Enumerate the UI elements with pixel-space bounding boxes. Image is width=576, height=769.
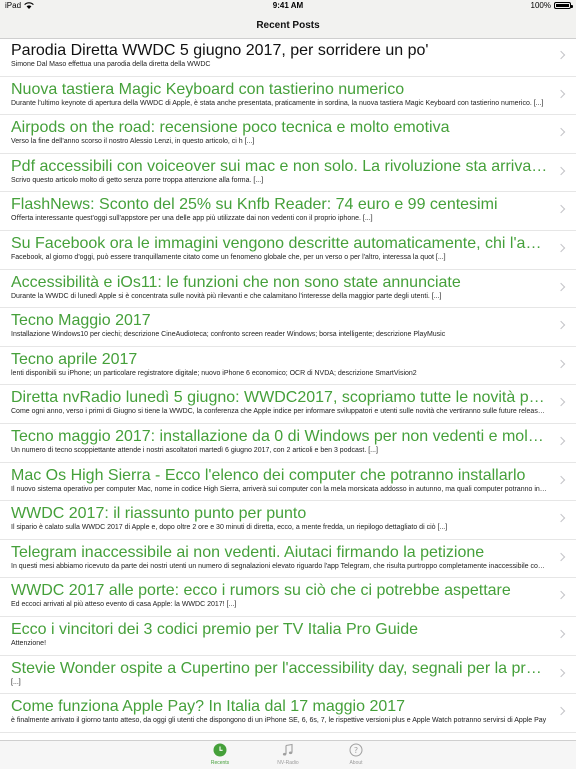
chevron-right-icon	[556, 629, 566, 639]
chevron-right-icon	[556, 243, 566, 253]
list-item[interactable]: WWDC 2017 alle porte: ecco i rumors su c…	[0, 578, 576, 617]
post-description: In questi mesi abbiamo ricevuto da parte…	[11, 562, 548, 570]
svg-text:?: ?	[354, 746, 358, 755]
list-item[interactable]: Telegram inaccessibile ai non vedenti. A…	[0, 540, 576, 579]
clock-icon	[213, 743, 227, 757]
list-item[interactable]: WWDC 2017: il riassunto punto per punto I…	[0, 501, 576, 540]
post-title: Diretta nvRadio lunedì 5 giugno: WWDC201…	[11, 389, 548, 407]
post-description: Attenzione!	[11, 639, 47, 647]
chevron-right-icon	[556, 475, 566, 484]
post-description: Durante la WWDC di lunedì Apple si è con…	[11, 292, 442, 300]
chevron-right-icon	[556, 282, 566, 291]
post-title: FlashNews: Sconto del 25% su Knfb Reader…	[11, 196, 498, 214]
chevron-right-icon	[556, 398, 566, 407]
list-item[interactable]: Diretta nvRadio lunedì 5 giugno: WWDC201…	[0, 385, 576, 424]
music-note-icon	[281, 743, 295, 757]
battery-percent: 100%	[530, 1, 551, 10]
chevron-right-icon	[556, 50, 566, 60]
post-description: Simone Dal Maso effettua una parodia del…	[11, 61, 211, 68]
post-description: Verso la fine dell'anno scorso il nostro…	[11, 138, 255, 146]
post-title: Pdf accessibili con voiceover sui mac e …	[11, 157, 548, 175]
post-description: lenti disponibili su iPhone; un particol…	[11, 369, 417, 377]
status-right: 100%	[530, 1, 573, 10]
post-title: Come funziona Apple Pay? In Italia dal 1…	[11, 698, 406, 716]
post-title: Su Facebook ora le immagini vengono desc…	[11, 234, 548, 252]
post-title: WWDC 2017 alle porte: ecco i rumors su c…	[11, 582, 511, 600]
post-title: Parodia Diretta WWDC 5 giugno 2017, per …	[11, 42, 429, 59]
list-item[interactable]: Airpods on the road: recensione poco tec…	[0, 115, 576, 154]
page-title: Recent Posts	[256, 19, 320, 31]
tab-recents[interactable]: Recents	[200, 741, 240, 769]
list-item[interactable]: Accessibilità e iOs11: le funzioni che n…	[0, 270, 576, 309]
chevron-right-icon	[556, 205, 566, 214]
chevron-right-icon	[556, 668, 566, 677]
list-item[interactable]: Tecno aprile 2017 lenti disponibili su iP…	[0, 347, 576, 386]
list-item[interactable]: Stevie Wonder ospite a Cupertino per l'a…	[0, 656, 576, 695]
post-description: è finalmente arrivato il giorno tanto at…	[11, 717, 547, 725]
post-list[interactable]: Parodia Diretta WWDC 5 giugno 2017, per …	[0, 38, 576, 740]
status-bar: iPad 9:41 AM 100%	[0, 0, 576, 12]
tab-about[interactable]: ? About	[336, 741, 376, 769]
list-item[interactable]: Pdf accessibili con voiceover sui mac e …	[0, 154, 576, 193]
chevron-right-icon	[556, 320, 566, 330]
post-title: Ecco i vincitori dei 3 codici premio per…	[11, 620, 418, 638]
post-title: Tecno aprile 2017	[11, 350, 138, 368]
chevron-right-icon	[556, 706, 566, 716]
tab-bar: Recents NV-Radio? About	[0, 740, 576, 769]
list-item[interactable]: FlashNews: Sconto del 25% su Knfb Reader…	[0, 192, 576, 231]
post-title: WWDC 2017: il riassunto punto per punto	[11, 505, 307, 523]
battery-level	[556, 4, 569, 7]
post-description: Un numero di tecno scoppiettante attende…	[11, 446, 378, 454]
tab-label: About	[349, 760, 363, 766]
chevron-right-icon	[556, 127, 566, 137]
chevron-right-icon	[556, 552, 566, 561]
chevron-right-icon	[556, 166, 566, 176]
chevron-right-icon	[556, 513, 566, 523]
post-description: Il nuovo sistema operativo per computer …	[11, 485, 548, 493]
tab-label: NV-Radio	[277, 760, 299, 766]
post-title: Tecno Maggio 2017	[11, 312, 151, 330]
nav-bar: Recent Posts	[0, 12, 576, 39]
list-item[interactable]: Come funziona Apple Pay? In Italia dal 1…	[0, 694, 576, 733]
list-item[interactable]: Su Facebook ora le immagini vengono desc…	[0, 231, 576, 270]
post-description: Installazione Windows10 per ciechi; desc…	[11, 331, 446, 339]
question-icon: ?	[349, 743, 363, 757]
tab-nv-radio[interactable]: NV-Radio	[268, 741, 308, 769]
post-title: Telegram inaccessibile ai non vedenti. A…	[11, 543, 485, 561]
chevron-right-icon	[556, 591, 566, 600]
list-item[interactable]: Parodia Diretta WWDC 5 giugno 2017, per …	[0, 38, 576, 77]
post-description: Come ogni anno, verso i primi di Giugno …	[11, 408, 548, 416]
chevron-right-icon	[556, 359, 566, 368]
chevron-right-icon	[556, 89, 566, 98]
chevron-right-icon	[556, 436, 566, 446]
list-item[interactable]: Nuova tastiera Magic Keyboard con tastie…	[0, 77, 576, 116]
post-description: Durante l'ultimo keynote di apertura del…	[11, 99, 544, 107]
status-time: 9:41 AM	[272, 1, 304, 10]
post-description: Oﬀerta interessante quest'oggi sull'apps…	[11, 215, 373, 223]
post-description: Il sipario è calato sulla WWDC 2017 di A…	[11, 524, 448, 532]
post-title: Stevie Wonder ospite a Cupertino per l'a…	[11, 659, 548, 677]
post-title: Accessibilità e iOs11: le funzioni che n…	[11, 273, 461, 291]
list-item[interactable]: Ecco i vincitori dei 3 codici premio per…	[0, 617, 576, 656]
post-title: Nuova tastiera Magic Keyboard con tastie…	[11, 80, 405, 98]
post-description: Scrivo questo articolo molto di getto se…	[11, 176, 264, 184]
post-title: Airpods on the road: recensione poco tec…	[11, 119, 450, 137]
tab-label: Recents	[210, 760, 230, 766]
post-description: [...]	[11, 678, 21, 686]
list-item[interactable]: Mac Os High Sierra - Ecco l'elenco dei c…	[0, 463, 576, 502]
post-title: Mac Os High Sierra - Ecco l'elenco dei c…	[11, 466, 526, 484]
post-title: Tecno maggio 2017: installazione da 0 di…	[11, 427, 548, 445]
list-item[interactable]: Tecno Maggio 2017 Installazione Windows10…	[0, 308, 576, 347]
battery-icon	[554, 2, 573, 9]
list-item[interactable]: Tecno maggio 2017: installazione da 0 di…	[0, 424, 576, 463]
post-description: Ed eccoci arrivati al più atteso evento …	[11, 601, 237, 609]
post-description: Facebook, al giorno d'oggi, può essere t…	[11, 253, 446, 261]
